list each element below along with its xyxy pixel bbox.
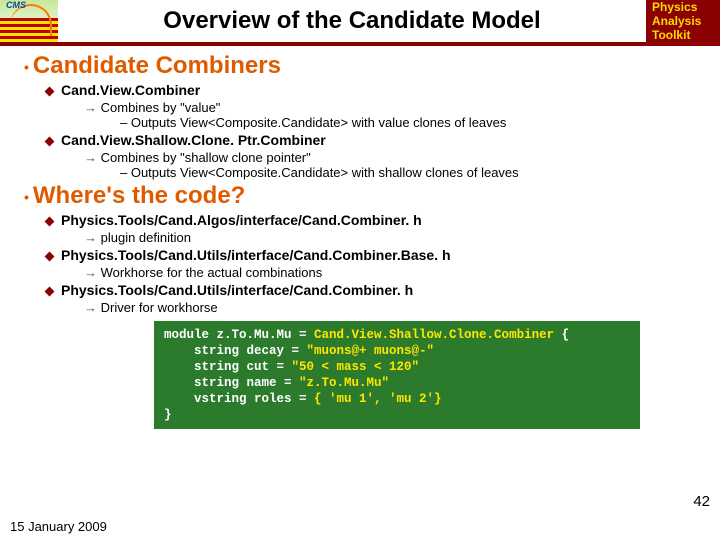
desc-candutilsbase: Workhorse for the actual combinations <box>84 265 710 280</box>
item-candutilsbase: Physics.Tools/Cand.Utils/interface/Cand.… <box>46 247 710 263</box>
out-candviewcombiner: Outputs View<Composite.Candidate> with v… <box>120 115 710 130</box>
diamond-bullet-icon <box>45 287 55 297</box>
section-heading-code: •Where's the code? <box>24 182 710 210</box>
out-shallowcloneptr: Outputs View<Composite.Candidate> with s… <box>120 165 710 180</box>
slide-body: •Candidate Combiners Cand.View.Combiner … <box>0 46 720 429</box>
tag-line-2: Analysis <box>652 14 701 28</box>
diamond-bullet-icon <box>45 252 55 262</box>
desc-candviewcombiner: Combines by "value" <box>84 100 710 115</box>
diamond-bullet-icon <box>45 217 55 227</box>
logo-text: CMS <box>6 0 26 10</box>
desc-candalgos: plugin definition <box>84 230 710 245</box>
footer-date: 15 January 2009 <box>10 519 107 534</box>
desc-candutils: Driver for workhorse <box>84 300 710 315</box>
tag-line-3: Toolkit <box>652 28 690 42</box>
diamond-bullet-icon <box>45 137 55 147</box>
diamond-bullet-icon <box>45 87 55 97</box>
toolkit-badge: Physics Analysis Toolkit <box>646 0 720 45</box>
section-heading-combiners: •Candidate Combiners <box>24 52 710 80</box>
code-snippet: module z.To.Mu.Mu = Cand.View.Shallow.Cl… <box>154 321 640 429</box>
item-candutils: Physics.Tools/Cand.Utils/interface/Cand.… <box>46 282 710 298</box>
header: CMS Overview of the Candidate Model Phys… <box>0 0 720 46</box>
tag-line-1: Physics <box>652 0 697 14</box>
item-shallowcloneptr: Cand.View.Shallow.Clone. Ptr.Combiner <box>46 132 710 148</box>
item-candalgos: Physics.Tools/Cand.Algos/interface/Cand.… <box>46 212 710 228</box>
desc-shallowcloneptr: Combines by "shallow clone pointer" <box>84 150 710 165</box>
slide-title: Overview of the Candidate Model <box>58 7 646 35</box>
item-candviewcombiner: Cand.View.Combiner <box>46 82 710 98</box>
page-number: 42 <box>693 493 710 510</box>
cms-logo: CMS <box>0 0 58 42</box>
